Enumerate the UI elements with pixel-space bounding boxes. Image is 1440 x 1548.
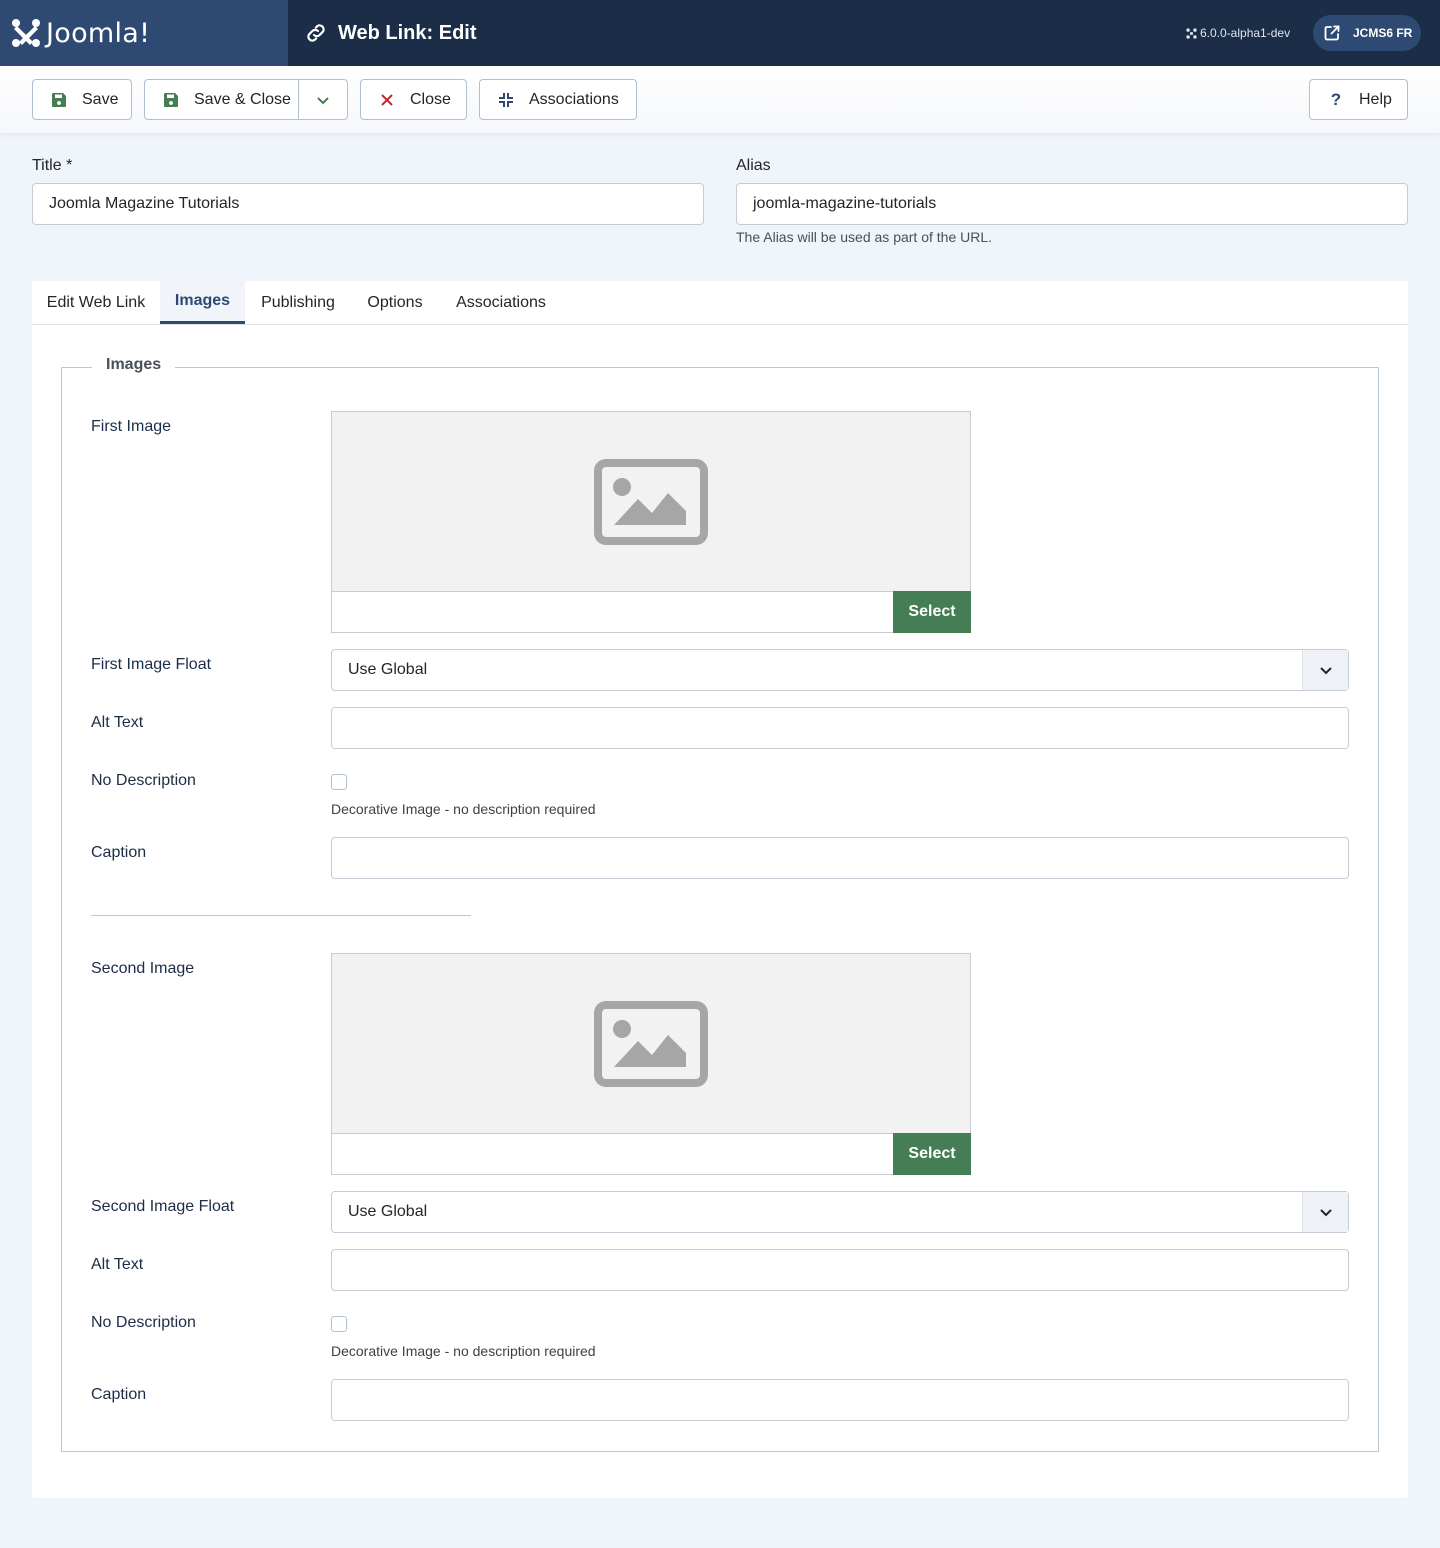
brand-logo[interactable]: Joomla! (0, 0, 288, 66)
first-image-float-select[interactable]: Use Global (331, 649, 1349, 691)
link-icon (307, 24, 325, 42)
brand-name: Joomla! (46, 17, 151, 49)
image-placeholder-icon (594, 1001, 708, 1087)
save-close-button[interactable]: Save & Close (145, 80, 298, 119)
first-caption-input[interactable] (331, 837, 1349, 879)
save-options-dropdown-toggle[interactable] (299, 80, 347, 119)
app-header: Joomla! Web Link: Edit 6.0.0-alpha1-dev … (0, 0, 1440, 66)
tab-associations[interactable]: Associations (439, 281, 563, 324)
alias-label: Alias (736, 157, 771, 174)
first-image-preview[interactable] (331, 411, 971, 592)
chevron-down-icon (1302, 650, 1348, 690)
tab-edit-web-link[interactable]: Edit Web Link (32, 281, 160, 324)
version-label: 6.0.0-alpha1-dev (1186, 26, 1290, 40)
second-no-description-label: No Description (91, 1314, 196, 1331)
tab-images[interactable]: Images (160, 281, 245, 324)
section-divider (91, 915, 471, 916)
close-icon (379, 92, 395, 108)
save-close-split-button: Save & Close (144, 79, 348, 120)
chevron-down-icon (317, 96, 329, 104)
image-placeholder-icon (594, 459, 708, 545)
second-image-path-input[interactable] (331, 1133, 894, 1175)
second-no-description-help: Decorative Image - no description requir… (331, 1343, 596, 1359)
second-image-select-button[interactable]: Select (893, 1133, 971, 1175)
first-no-description-label: No Description (91, 772, 196, 789)
tab-options[interactable]: Options (351, 281, 439, 324)
title-label: Title * (32, 157, 73, 174)
second-no-description-checkbox[interactable] (331, 1316, 347, 1332)
second-image-preview[interactable] (331, 953, 971, 1134)
first-image-float-label: First Image Float (91, 656, 212, 673)
external-link-icon (1324, 25, 1340, 41)
second-caption-input[interactable] (331, 1379, 1349, 1421)
close-button[interactable]: Close (360, 79, 467, 120)
alias-input[interactable]: joomla-magazine-tutorials (736, 183, 1408, 225)
alias-help-text: The Alias will be used as part of the UR… (736, 229, 993, 245)
first-alt-text-label: Alt Text (91, 714, 144, 731)
compress-icon (498, 92, 514, 108)
first-image-label: First Image (91, 418, 172, 435)
title-input[interactable]: Joomla Magazine Tutorials (32, 183, 704, 225)
page-title: Web Link: Edit (338, 21, 477, 44)
fieldset-legend: Images (92, 356, 176, 374)
save-button[interactable]: Save (32, 79, 132, 120)
help-button[interactable]: ? Help (1309, 79, 1408, 120)
second-caption-label: Caption (91, 1386, 147, 1403)
toolbar: Save Save & Close Close Associations ? H… (0, 66, 1440, 133)
second-alt-text-label: Alt Text (91, 1256, 144, 1273)
second-image-float-select[interactable]: Use Global (331, 1191, 1349, 1233)
first-image-select-button[interactable]: Select (893, 591, 971, 633)
second-alt-text-input[interactable] (331, 1249, 1349, 1291)
view-site-button[interactable]: JCMS6 FR (1313, 15, 1421, 51)
associations-button[interactable]: Associations (479, 79, 637, 120)
tab-list: Edit Web Link Images Publishing Options … (32, 281, 1408, 325)
first-caption-label: Caption (91, 844, 147, 861)
joomla-small-icon (1186, 27, 1197, 39)
first-no-description-help: Decorative Image - no description requir… (331, 801, 596, 817)
second-image-label: Second Image (91, 960, 195, 977)
question-icon: ? (1330, 89, 1342, 109)
second-image-float-label: Second Image Float (91, 1198, 235, 1215)
first-image-path-input[interactable] (331, 591, 894, 633)
save-icon (163, 92, 179, 108)
chevron-down-icon (1302, 1192, 1348, 1232)
tab-publishing[interactable]: Publishing (245, 281, 351, 324)
first-no-description-checkbox[interactable] (331, 774, 347, 790)
site-name: JCMS6 FR (1353, 26, 1413, 40)
joomla-logo-icon (12, 19, 40, 47)
save-icon (51, 92, 67, 108)
first-alt-text-input[interactable] (331, 707, 1349, 749)
